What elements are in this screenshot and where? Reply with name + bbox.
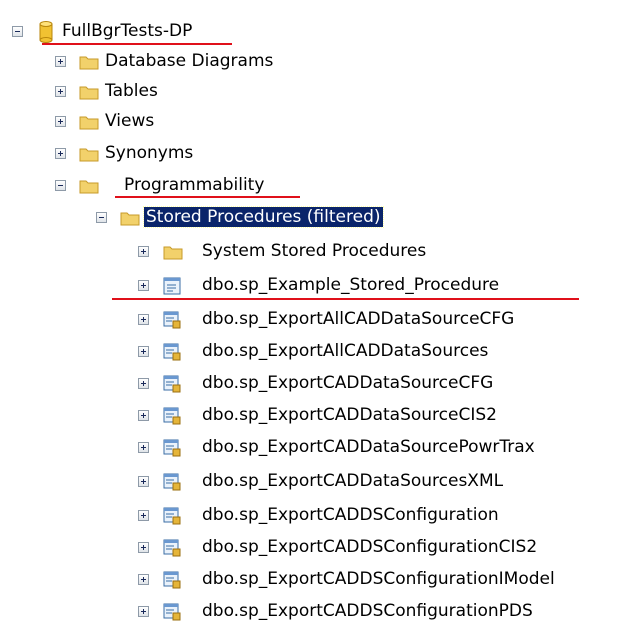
- tree-node-label: dbo.sp_ExportCADDataSourcePowrTrax: [202, 437, 535, 457]
- tree-node-procedure[interactable]: dbo.sp_ExportAllCADDataSources: [0, 337, 617, 367]
- tree-node-label: Tables: [105, 81, 158, 101]
- tree-node-synonyms[interactable]: Synonyms: [0, 139, 617, 169]
- expand-toggle[interactable]: [138, 542, 149, 553]
- tree-node-label: Programmability: [124, 175, 265, 195]
- expand-toggle[interactable]: [138, 246, 149, 257]
- tree-node-label: dbo.sp_ExportAllCADDataSourceCFG: [202, 309, 515, 329]
- locked-stored-procedure-icon: [163, 343, 181, 361]
- expand-toggle[interactable]: [55, 86, 66, 97]
- expand-toggle[interactable]: [138, 410, 149, 421]
- tree-node-label: System Stored Procedures: [202, 241, 427, 261]
- folder-icon: [120, 212, 140, 226]
- locked-stored-procedure-icon: [163, 473, 181, 491]
- annotation-underline: [42, 43, 232, 45]
- tree-node-procedure[interactable]: dbo.sp_ExportCADDSConfigurationPDS: [0, 597, 617, 627]
- folder-icon: [79, 86, 99, 100]
- tree-node-label: Database Diagrams: [105, 51, 274, 71]
- collapse-toggle[interactable]: [55, 180, 66, 191]
- folder-icon: [79, 56, 99, 70]
- tree-node-procedure[interactable]: dbo.sp_ExportCADDataSourcePowrTrax: [0, 433, 617, 463]
- tree-node-database-diagrams[interactable]: Database Diagrams: [0, 47, 617, 77]
- locked-stored-procedure-icon: [163, 507, 181, 525]
- tree-node-label: FullBgrTests-DP: [62, 21, 193, 41]
- tree-node-label: dbo.sp_Example_Stored_Procedure: [202, 275, 500, 295]
- expand-toggle[interactable]: [138, 346, 149, 357]
- tree-node-label: dbo.sp_ExportCADDSConfigurationIModel: [202, 569, 555, 589]
- tree-node-procedure[interactable]: dbo.sp_ExportCADDSConfigurationIModel: [0, 565, 617, 595]
- database-icon: [39, 21, 53, 43]
- folder-icon: [79, 116, 99, 130]
- tree-node-label: dbo.sp_ExportCADDSConfigurationPDS: [202, 601, 533, 621]
- stored-procedure-icon: [163, 277, 181, 295]
- expand-toggle[interactable]: [55, 56, 66, 67]
- tree-node-views[interactable]: Views: [0, 107, 617, 137]
- expand-toggle[interactable]: [138, 378, 149, 389]
- locked-stored-procedure-icon: [163, 375, 181, 393]
- locked-stored-procedure-icon: [163, 439, 181, 457]
- locked-stored-procedure-icon: [163, 407, 181, 425]
- locked-stored-procedure-icon: [163, 539, 181, 557]
- locked-stored-procedure-icon: [163, 603, 181, 621]
- expand-toggle[interactable]: [138, 606, 149, 617]
- tree-node-label: dbo.sp_ExportCADDSConfiguration: [202, 505, 499, 525]
- annotation-underline: [115, 196, 300, 198]
- expand-toggle[interactable]: [138, 280, 149, 291]
- tree-node-label: Stored Procedures (filtered): [143, 206, 384, 228]
- expand-toggle[interactable]: [138, 510, 149, 521]
- expand-toggle[interactable]: [138, 442, 149, 453]
- expand-toggle[interactable]: [138, 574, 149, 585]
- folder-icon: [79, 148, 99, 162]
- locked-stored-procedure-icon: [163, 311, 181, 329]
- tree-node-procedure[interactable]: dbo.sp_Example_Stored_Procedure: [0, 271, 617, 301]
- tree-node-label: dbo.sp_ExportAllCADDataSources: [202, 341, 489, 361]
- collapse-toggle[interactable]: [12, 26, 23, 37]
- tree-node-label: dbo.sp_ExportCADDataSourcesXML: [202, 471, 504, 491]
- tree-node-tables[interactable]: Tables: [0, 77, 617, 107]
- tree-node-procedure[interactable]: dbo.sp_ExportCADDataSourceCFG: [0, 369, 617, 399]
- annotation-underline: [112, 298, 579, 300]
- folder-icon: [163, 246, 183, 260]
- tree-node-label: dbo.sp_ExportCADDataSourceCIS2: [202, 405, 497, 425]
- locked-stored-procedure-icon: [163, 571, 181, 589]
- expand-toggle[interactable]: [138, 476, 149, 487]
- expand-toggle[interactable]: [138, 314, 149, 325]
- folder-icon: [79, 180, 99, 194]
- expand-toggle[interactable]: [55, 148, 66, 159]
- tree-node-procedure[interactable]: dbo.sp_ExportAllCADDataSourceCFG: [0, 305, 617, 335]
- collapse-toggle[interactable]: [96, 212, 107, 223]
- tree-node-procedure[interactable]: dbo.sp_ExportCADDataSourcesXML: [0, 467, 617, 497]
- tree-node-procedure[interactable]: dbo.sp_ExportCADDataSourceCIS2: [0, 401, 617, 431]
- tree-node-procedure[interactable]: dbo.sp_ExportCADDSConfigurationCIS2: [0, 533, 617, 563]
- tree-node-label: dbo.sp_ExportCADDataSourceCFG: [202, 373, 494, 393]
- tree-node-programmability[interactable]: Programmability: [0, 171, 617, 201]
- tree-node-label: Synonyms: [105, 143, 194, 163]
- tree-node-label: dbo.sp_ExportCADDSConfigurationCIS2: [202, 537, 538, 557]
- tree-node-procedure[interactable]: dbo.sp_ExportCADDSConfiguration: [0, 501, 617, 531]
- tree-node-system-stored-procedures[interactable]: System Stored Procedures: [0, 237, 617, 267]
- expand-toggle[interactable]: [55, 116, 66, 127]
- tree-node-label: Views: [105, 111, 155, 131]
- tree-node-stored-procedures[interactable]: Stored Procedures (filtered): [0, 203, 617, 233]
